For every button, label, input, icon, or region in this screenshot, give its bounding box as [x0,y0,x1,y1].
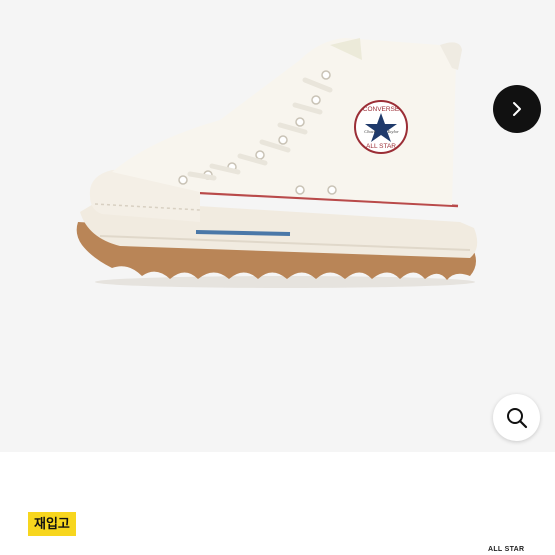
logo-script-right: Taylor [387,129,399,134]
brand-mark-partial: ALL STAR [488,546,525,553]
logo-script-left: Chuck [364,129,376,134]
zoom-button[interactable] [493,394,540,441]
magnifier-icon [506,407,527,428]
chevron-right-icon [513,102,521,116]
product-image-sneaker: CONVERSE Chuck Taylor ALL STAR [76,38,478,288]
logo-bottom-text: ALL STAR [366,143,396,150]
product-image-gallery[interactable]: CONVERSE Chuck Taylor ALL STAR [0,0,555,452]
logo-top-text: CONVERSE [363,106,400,113]
next-image-button[interactable] [493,85,541,133]
restock-badge: 재입고 [28,512,76,536]
